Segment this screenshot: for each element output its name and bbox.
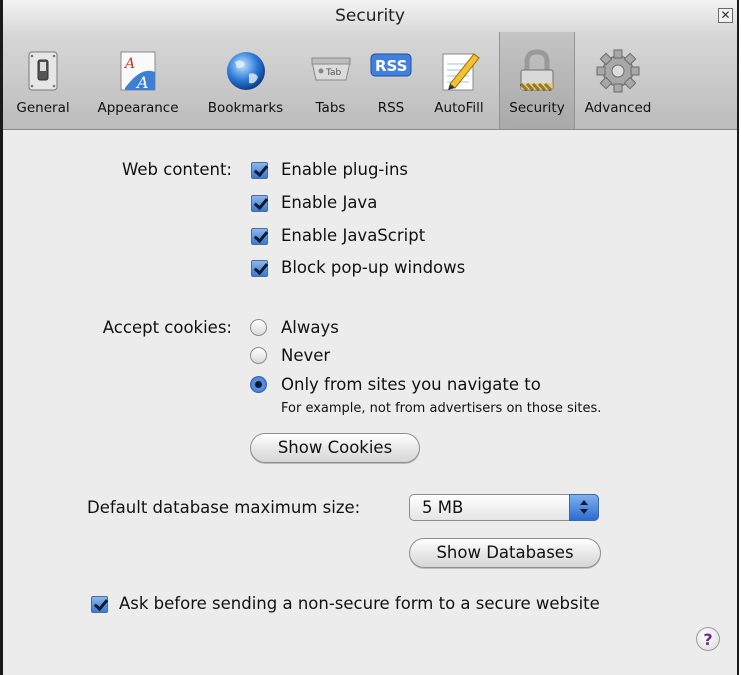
database-size-label: Default database maximum size:: [87, 498, 361, 517]
database-size-select[interactable]: 5 MB: [409, 494, 599, 521]
tab-appearance-label: Appearance: [97, 100, 179, 116]
select-arrows-icon: [569, 494, 599, 521]
tab-tabs[interactable]: Tab Tabs: [298, 32, 363, 129]
tab-rss[interactable]: RSS RSS: [363, 32, 419, 129]
cookies-only-navigated-radio[interactable]: [250, 376, 267, 393]
pencil-icon: [442, 53, 480, 91]
fonts-icon: A A: [120, 51, 156, 92]
tab-general-label: General: [16, 100, 70, 116]
web-content-label: Web content:: [122, 160, 232, 179]
gear-icon: [596, 49, 640, 93]
tab-bookmarks[interactable]: Bookmarks: [193, 32, 298, 129]
tab-advanced-label: Advanced: [584, 100, 652, 116]
cookies-always-radio[interactable]: [250, 319, 267, 336]
enable-javascript-checkbox[interactable]: [251, 228, 268, 245]
help-icon[interactable]: ?: [696, 627, 720, 651]
switch-icon: [28, 51, 58, 91]
enable-java-label: Enable Java: [281, 193, 378, 212]
tab-appearance[interactable]: A A Appearance: [83, 32, 193, 129]
database-size-value: 5 MB: [422, 498, 464, 517]
rss-icon: RSS: [370, 53, 412, 77]
tab-security-label: Security: [509, 100, 565, 116]
accept-cookies-label: Accept cookies:: [102, 318, 232, 337]
cookies-never-radio[interactable]: [250, 347, 267, 364]
tab-bookmarks-label: Bookmarks: [207, 100, 284, 116]
tab-autofill-label: AutoFill: [434, 100, 484, 116]
cookies-only-navigated-label: Only from sites you navigate to: [281, 375, 541, 394]
globe-icon: [226, 52, 265, 90]
nonsecure-form-label: Ask before sending a non-secure form to …: [119, 594, 600, 613]
enable-plugins-label: Enable plug-ins: [281, 160, 409, 179]
block-popups-label: Block pop-up windows: [281, 258, 466, 277]
tab-rss-label: RSS: [377, 100, 405, 116]
show-cookies-button[interactable]: Show Cookies: [250, 433, 420, 463]
security-preferences-window: Security ✕ General A A Appearance Bookma…: [0, 0, 739, 675]
enable-java-checkbox[interactable]: [251, 195, 268, 212]
tab-security[interactable]: Security: [499, 32, 575, 129]
rss-icon-text: RSS: [375, 57, 407, 75]
enable-javascript-label: Enable JavaScript: [281, 226, 426, 245]
nonsecure-form-checkbox[interactable]: [91, 596, 108, 613]
block-popups-checkbox[interactable]: [251, 260, 268, 277]
lock-icon: [519, 49, 554, 92]
cookies-never-label: Never: [281, 346, 331, 365]
preferences-toolbar: General A A Appearance Bookmarks Tab Tab…: [3, 32, 737, 130]
svg-text:A: A: [123, 56, 135, 72]
cookies-note: For example, not from advertisers on tho…: [281, 401, 602, 416]
tab-general[interactable]: General: [3, 32, 83, 129]
tab-icon-text: Tab: [325, 68, 342, 78]
show-databases-button[interactable]: Show Databases: [409, 538, 601, 568]
tab-tabs-label: Tabs: [315, 100, 346, 116]
title-bar: Security ✕: [3, 0, 737, 32]
cookies-always-label: Always: [281, 318, 339, 337]
window-title: Security: [335, 6, 405, 26]
svg-text:A: A: [135, 73, 149, 92]
tab-icon: Tab: [310, 57, 351, 81]
tab-advanced[interactable]: Advanced: [573, 32, 663, 129]
tab-autofill[interactable]: AutoFill: [419, 32, 499, 129]
close-icon[interactable]: ✕: [718, 8, 733, 23]
enable-plugins-checkbox[interactable]: [251, 162, 268, 179]
